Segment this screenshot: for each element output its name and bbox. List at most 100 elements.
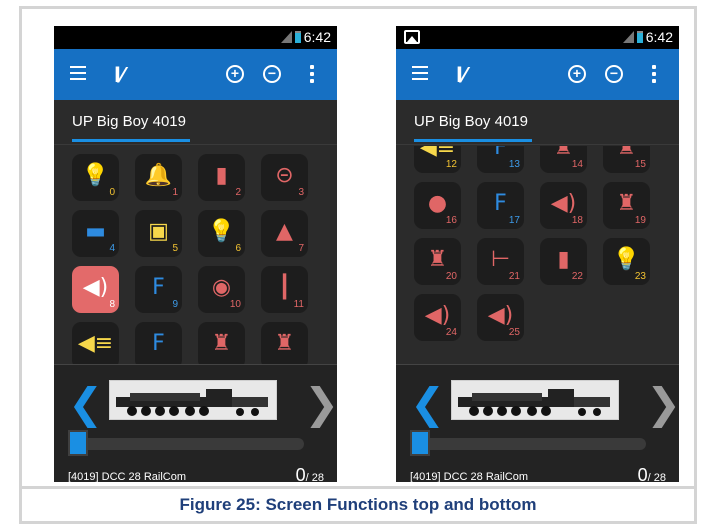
- speaker-icon: ◀): [487, 303, 514, 328]
- signal-icon: [622, 31, 634, 43]
- function-button-16[interactable]: ● 16: [414, 182, 461, 229]
- speed-value: 0: [295, 465, 306, 482]
- function-button-4[interactable]: ▬ 4: [72, 210, 119, 257]
- app-logo: l⁄: [114, 63, 125, 87]
- lightbulb-icon: 💡: [81, 163, 110, 188]
- shovel-icon: ┃: [277, 275, 292, 300]
- status-time: 6:42: [645, 29, 673, 45]
- function-button-17[interactable]: F 17: [477, 182, 524, 229]
- function-number: 21: [508, 271, 520, 282]
- function-button-23[interactable]: 💡 23: [603, 238, 650, 285]
- function-number: 11: [293, 299, 304, 310]
- function-button-19[interactable]: ♜ 19: [603, 182, 650, 229]
- overflow-menu-icon[interactable]: [310, 65, 314, 86]
- function-button-0[interactable]: 💡 0: [72, 154, 119, 201]
- locomotive-image: [451, 380, 619, 420]
- decoder-info: [4019] DCC 28 RailCom: [68, 471, 186, 482]
- function-button-3[interactable]: ⊝ 3: [261, 154, 308, 201]
- tab-locomotive[interactable]: UP Big Boy 4019: [72, 113, 186, 130]
- function-number: 2: [235, 187, 241, 198]
- function-number: 25: [508, 327, 520, 338]
- speed-display: 0/ 28: [638, 465, 666, 482]
- next-locomotive-arrow-icon[interactable]: ❯: [304, 383, 337, 425]
- add-locomotive-button[interactable]: +: [568, 65, 586, 83]
- function-number: 10: [229, 299, 241, 310]
- function-button-15[interactable]: ♜ 15: [603, 146, 650, 173]
- function-number: 16: [445, 215, 457, 226]
- tab-locomotive[interactable]: UP Big Boy 4019: [414, 113, 528, 130]
- previous-locomotive-arrow-icon[interactable]: ❮: [410, 383, 445, 425]
- function-number: 7: [298, 243, 304, 254]
- function-button-24[interactable]: ◀) 24: [414, 294, 461, 341]
- function-number: 9: [172, 299, 178, 310]
- function-button-21[interactable]: ⊢ 21: [477, 238, 524, 285]
- function-button-6[interactable]: 💡 6: [198, 210, 245, 257]
- function-button-partial-13[interactable]: F: [135, 322, 182, 364]
- function-number: 8: [109, 299, 115, 310]
- menu-icon[interactable]: [70, 66, 86, 80]
- function-button-partial-12[interactable]: ◀≡: [72, 322, 119, 364]
- speed-slider-thumb[interactable]: [410, 430, 430, 456]
- function-button-partial-14[interactable]: ♜: [198, 322, 245, 364]
- function-button-25[interactable]: ◀) 25: [477, 294, 524, 341]
- function-button-5[interactable]: ▣ 5: [135, 210, 182, 257]
- overflow-menu-icon[interactable]: [652, 65, 656, 86]
- function-button-13[interactable]: F 13: [477, 146, 524, 173]
- function-button-partial-15[interactable]: ♜: [261, 322, 308, 364]
- lightbulb-icon: 💡: [612, 247, 641, 272]
- function-button-10[interactable]: ◉ 10: [198, 266, 245, 313]
- caption-text: Figure 25: Screen Functions top and bott…: [179, 495, 537, 514]
- speaker-icon: ◀): [424, 303, 451, 328]
- figure-caption: Figure 25: Screen Functions top and bott…: [22, 486, 694, 521]
- cab-icon: ▣: [148, 219, 169, 244]
- brake-disc-icon: ◉: [211, 275, 232, 300]
- function-button-9[interactable]: F9: [135, 266, 182, 313]
- coupler-icon: ⊝: [275, 163, 294, 188]
- speed-slider-track[interactable]: [410, 438, 646, 450]
- speed-slider-thumb[interactable]: [68, 430, 88, 456]
- function-number: 20: [445, 271, 457, 282]
- valve-icon: ♜: [274, 331, 295, 356]
- next-locomotive-arrow-icon[interactable]: ❯: [646, 383, 679, 425]
- speed-display: 0/ 28: [296, 465, 324, 482]
- function-button-7[interactable]: ▲ 7: [261, 210, 308, 257]
- function-number: 4: [109, 243, 115, 254]
- function-button-8[interactable]: ◀) 8: [72, 266, 119, 313]
- function-button-20[interactable]: ♜ 20: [414, 238, 461, 285]
- menu-icon[interactable]: [412, 66, 428, 80]
- function-number: 22: [571, 271, 583, 282]
- function-button-12[interactable]: ◀≡ 12: [414, 146, 461, 173]
- function-button-11[interactable]: ┃ 11: [261, 266, 308, 313]
- status-bar: 6:42: [396, 26, 679, 49]
- function-number: 14: [571, 159, 583, 170]
- remove-locomotive-button[interactable]: −: [605, 65, 623, 83]
- figure-frame: 6:42 l⁄ + − UP Big Boy 4019 💡 0 🔔 1 ▮ 2 ⊝ 3 ▬ 4 ▣ 5…: [19, 6, 697, 524]
- add-locomotive-button[interactable]: +: [226, 65, 244, 83]
- function-button-18[interactable]: ◀) 18: [540, 182, 587, 229]
- function-number: 1: [172, 187, 178, 198]
- function-f-icon: F: [494, 191, 507, 216]
- sander-icon: ▲: [276, 219, 293, 244]
- remove-locomotive-button[interactable]: −: [263, 65, 281, 83]
- app-bar: l⁄ + −: [54, 49, 337, 100]
- phone-screen-top: 6:42 l⁄ + − UP Big Boy 4019 💡 0 🔔 1 ▮ 2 ⊝ 3 ▬ 4 ▣ 5…: [54, 26, 337, 482]
- headlight-icon: ◀≡: [77, 331, 114, 356]
- speed-slider-track[interactable]: [68, 438, 304, 450]
- function-button-14[interactable]: ♜ 14: [540, 146, 587, 173]
- function-number: 15: [634, 159, 646, 170]
- function-number: 19: [634, 215, 646, 226]
- function-button-2[interactable]: ▮ 2: [198, 154, 245, 201]
- image-notification-icon: [404, 30, 420, 44]
- function-number: 18: [571, 215, 583, 226]
- app-logo: l⁄: [456, 63, 467, 87]
- status-icons: 6:42: [280, 29, 331, 45]
- function-button-1[interactable]: 🔔 1: [135, 154, 182, 201]
- whistle-icon: ▮: [557, 247, 570, 272]
- bell-icon: 🔔: [144, 163, 173, 188]
- function-button-22[interactable]: ▮ 22: [540, 238, 587, 285]
- previous-locomotive-arrow-icon[interactable]: ❮: [68, 383, 103, 425]
- function-f-icon: F: [152, 331, 165, 356]
- control-panel: ❮ ❯ [4019] DCC 28 RailCom 0/ 28: [396, 364, 679, 482]
- function-number: 3: [298, 187, 304, 198]
- tab-indicator: [72, 139, 190, 142]
